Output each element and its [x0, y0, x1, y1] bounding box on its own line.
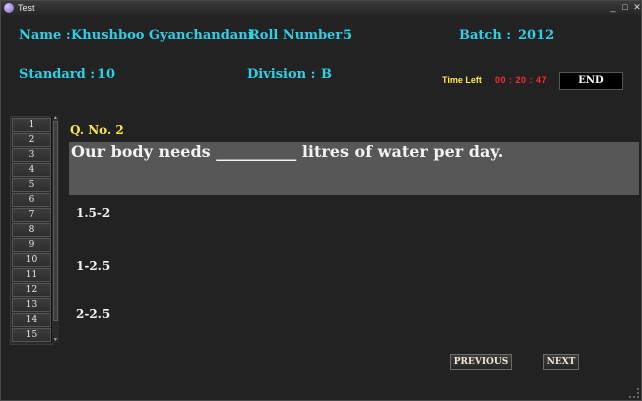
- question-panel: Our body needs __________ litres of wate…: [69, 142, 639, 195]
- scroll-thumb[interactable]: [53, 121, 58, 321]
- question-text: Our body needs __________ litres of wate…: [71, 142, 504, 161]
- division-label: Division :: [247, 67, 316, 82]
- question-number-button[interactable]: 12: [12, 283, 51, 297]
- option-3[interactable]: 2-2.5: [76, 307, 110, 321]
- question-number-button[interactable]: 15: [12, 328, 51, 342]
- window-title: Test: [18, 3, 35, 13]
- maximize-icon[interactable]: □: [619, 1, 631, 14]
- time-left-value: 00 : 20 : 47: [495, 75, 548, 85]
- question-number-button[interactable]: 11: [12, 268, 51, 282]
- question-list-scrollbar[interactable]: ▲ ▼: [51, 116, 59, 343]
- close-icon[interactable]: ✕: [631, 1, 641, 14]
- roll-number-value: 5: [343, 28, 353, 43]
- question-number-button[interactable]: 9: [12, 238, 51, 252]
- question-number-button[interactable]: 6: [12, 193, 51, 207]
- question-number-button[interactable]: 13: [12, 298, 51, 312]
- question-number-button[interactable]: 2: [12, 133, 51, 147]
- question-number-button[interactable]: 3: [12, 148, 51, 162]
- question-number-button[interactable]: 14: [12, 313, 51, 327]
- end-button[interactable]: END: [559, 72, 623, 90]
- division-value: B: [321, 67, 332, 82]
- question-number-button[interactable]: 4: [12, 163, 51, 177]
- option-2[interactable]: 1-2.5: [76, 259, 110, 273]
- test-window: Test _ □ ✕ Name : Khushboo Gyanchandani …: [0, 0, 642, 401]
- question-number-list: 1 2 3 4 5 6 7 8 9 10 11 12 13 14 15: [10, 116, 53, 345]
- scroll-down-icon[interactable]: ▼: [52, 338, 59, 343]
- question-number-button[interactable]: 7: [12, 208, 51, 222]
- previous-button[interactable]: PREVIOUS: [450, 354, 512, 370]
- app-icon: [4, 3, 14, 13]
- question-number-button[interactable]: 1: [12, 118, 51, 132]
- question-number-button[interactable]: 8: [12, 223, 51, 237]
- option-1[interactable]: 1.5-2: [76, 206, 110, 220]
- name-label: Name :: [19, 28, 71, 43]
- time-left-label: Time Left: [442, 75, 482, 85]
- title-bar: Test _ □ ✕: [1, 1, 641, 15]
- batch-label: Batch :: [459, 28, 512, 43]
- resize-grip-icon[interactable]: [629, 388, 639, 398]
- roll-number-label: Roll Number :: [249, 28, 352, 43]
- standard-label: Standard :: [19, 67, 96, 82]
- question-number-button[interactable]: 10: [12, 253, 51, 267]
- batch-value: 2012: [518, 28, 555, 43]
- minimize-icon[interactable]: _: [607, 1, 619, 14]
- next-button[interactable]: NEXT: [543, 354, 579, 370]
- question-number-button[interactable]: 5: [12, 178, 51, 192]
- question-number-label: Q. No. 2: [70, 123, 124, 137]
- student-name: Khushboo Gyanchandani: [71, 28, 253, 43]
- standard-value: 10: [97, 67, 116, 82]
